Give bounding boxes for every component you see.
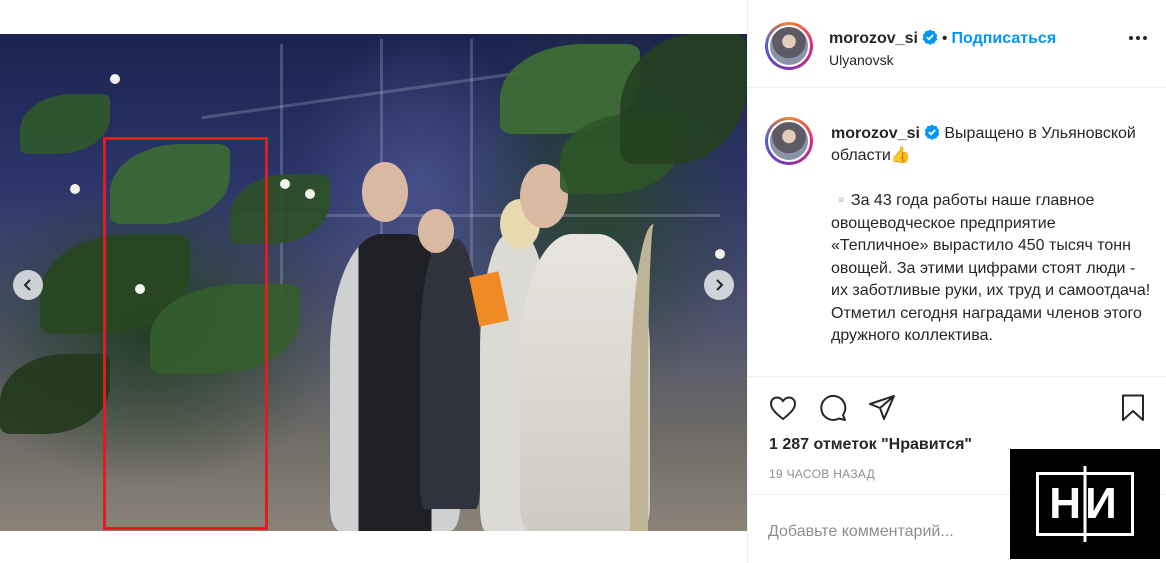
person-main-head xyxy=(362,162,408,222)
heart-icon[interactable] xyxy=(768,393,798,423)
flower xyxy=(70,184,80,194)
flower xyxy=(280,179,290,189)
comment-input[interactable] xyxy=(768,521,1008,543)
leaf xyxy=(0,354,110,434)
chevron-right-icon xyxy=(716,279,724,291)
caption-body: ▫️За 43 года работы наше главное овощево… xyxy=(831,192,1151,344)
verified-badge-icon xyxy=(924,124,940,140)
chevron-left-icon xyxy=(23,279,31,291)
separator-dot: • xyxy=(941,30,948,47)
verified-badge-icon xyxy=(922,29,938,45)
watermark-logo-text: НИ xyxy=(1036,472,1134,536)
bookmark-icon[interactable] xyxy=(1118,393,1148,423)
username-link[interactable]: morozov_si xyxy=(829,30,918,47)
caption-first-line: morozov_si Выращено в Ульяновской област… xyxy=(831,123,1151,167)
avatar[interactable] xyxy=(765,22,813,70)
location-link[interactable]: Ulyanovsk xyxy=(829,52,894,68)
more-options-icon[interactable] xyxy=(1129,36,1147,40)
comment-icon[interactable] xyxy=(818,393,848,423)
flower xyxy=(715,249,725,259)
person-background-head xyxy=(418,209,454,253)
header-line: morozov_si • Подписаться xyxy=(829,29,1056,48)
share-icon[interactable] xyxy=(867,393,897,423)
next-photo-button[interactable] xyxy=(704,270,734,300)
prev-photo-button[interactable] xyxy=(13,270,43,300)
follow-button[interactable]: Подписаться xyxy=(952,30,1057,47)
flower xyxy=(110,74,120,84)
post-timestamp[interactable]: 19 ЧАСОВ НАЗАД xyxy=(769,467,875,481)
red-highlight-box xyxy=(103,137,268,530)
leaf xyxy=(20,94,110,154)
greenhouse-beam xyxy=(280,44,283,294)
caption-username[interactable]: morozov_si xyxy=(831,125,920,142)
flower xyxy=(305,189,315,199)
watermark-logo: НИ xyxy=(1010,449,1160,559)
caption-avatar[interactable] xyxy=(765,117,813,165)
caption-section: morozov_si Выращено в Ульяновской област… xyxy=(748,89,1166,375)
hose xyxy=(630,224,670,531)
likes-count[interactable]: 1 287 отметок "Нравится" xyxy=(769,436,972,454)
post-header: morozov_si • Подписаться Ulyanovsk xyxy=(748,0,1166,88)
